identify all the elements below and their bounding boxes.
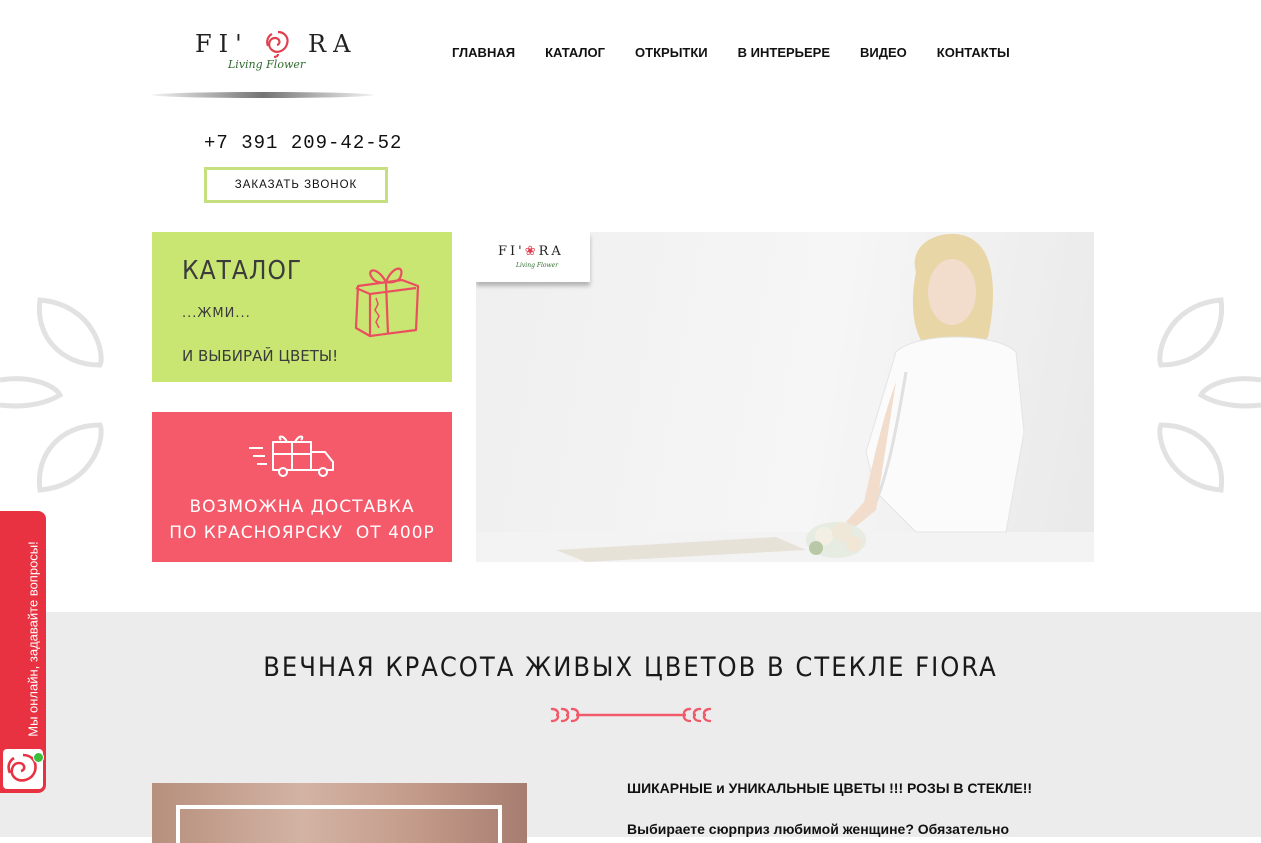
hero-logo-badge: FI'❀RA Living Flower — [476, 232, 590, 282]
catalog-card-subtitle: ...ЖМИ... — [182, 306, 251, 321]
section-title: ВЕЧНАЯ КРАСОТА ЖИВЫХ ЦВЕТОВ В СТЕКЛЕ FIO… — [263, 652, 998, 683]
catalog-card-title: КАТАЛОГ — [182, 256, 303, 286]
nav-item-video[interactable]: ВИДЕО — [860, 45, 907, 60]
online-status-dot — [33, 752, 44, 763]
rose-icon — [266, 30, 289, 59]
main-nav: ГЛАВНАЯ КАТАЛОГ ОТКРЫТКИ В ИНТЕРЬЕРЕ ВИД… — [452, 45, 1010, 60]
rose-icon: ❀ — [524, 244, 539, 259]
decorative-leaves-left — [0, 297, 104, 493]
logo-wordmark[interactable]: FI' RA — [195, 28, 358, 59]
section-paragraph: Выбираете сюрприз любимой женщине? Обяза… — [627, 821, 1010, 837]
delivery-line-2: ПО КРАСНОЯРСКУ ОТ 400Р — [169, 523, 435, 543]
nav-item-contacts[interactable]: КОНТАКТЫ — [937, 45, 1010, 60]
section-photo — [152, 783, 527, 843]
ornament-divider-icon — [550, 707, 712, 723]
logo-tagline: Living Flower — [228, 58, 306, 71]
nav-item-home[interactable]: ГЛАВНАЯ — [452, 45, 515, 60]
callback-button[interactable]: ЗАКАЗАТЬ ЗВОНОК — [204, 167, 388, 203]
delivery-truck-icon — [249, 435, 334, 477]
hero-logo-text: FI'❀RA — [498, 244, 564, 259]
section-heading: ШИКАРНЫЕ и УНИКАЛЬНЫЕ ЦВЕТЫ !!! РОЗЫ В С… — [627, 780, 1033, 796]
section-photo-frame — [176, 805, 502, 843]
chat-label: Мы онлайн, задавайте вопросы! — [25, 541, 41, 737]
logo-shadow — [152, 92, 374, 98]
catalog-card-tagline: И ВЫБИРАЙ ЦВЕТЫ! — [182, 347, 339, 365]
hero-logo-left: FI' — [498, 244, 525, 259]
gift-box-icon — [354, 267, 420, 338]
delivery-card-text: ВОЗМОЖНА ДОСТАВКА ПО КРАСНОЯРСКУ ОТ 400Р — [152, 494, 452, 546]
nav-item-interior[interactable]: В ИНТЕРЬЕРЕ — [738, 45, 830, 60]
online-chat-widget[interactable]: Мы онлайн, задавайте вопросы! — [0, 511, 46, 793]
logo-text-left: FI' — [195, 30, 249, 58]
chat-label-wrap: Мы онлайн, задавайте вопросы! — [23, 527, 43, 737]
hero-logo-tagline: Living Flower — [516, 262, 559, 269]
phone-number[interactable]: +7 391 209-42-52 — [204, 132, 402, 154]
delivery-card[interactable]: ВОЗМОЖНА ДОСТАВКА ПО КРАСНОЯРСКУ ОТ 400Р — [152, 412, 452, 562]
hero-logo-right: RA — [538, 244, 564, 259]
hero-banner: FI'❀RA Living Flower — [476, 232, 1094, 562]
nav-item-catalog[interactable]: КАТАЛОГ — [545, 45, 605, 60]
catalog-card[interactable]: КАТАЛОГ ...ЖМИ... И ВЫБИРАЙ ЦВЕТЫ! — [152, 232, 452, 382]
delivery-line-1: ВОЗМОЖНА ДОСТАВКА — [189, 497, 415, 517]
nav-item-cards[interactable]: ОТКРЫТКИ — [635, 45, 708, 60]
logo-text-right: RA — [308, 30, 358, 58]
decorative-leaves-right — [1157, 297, 1261, 493]
